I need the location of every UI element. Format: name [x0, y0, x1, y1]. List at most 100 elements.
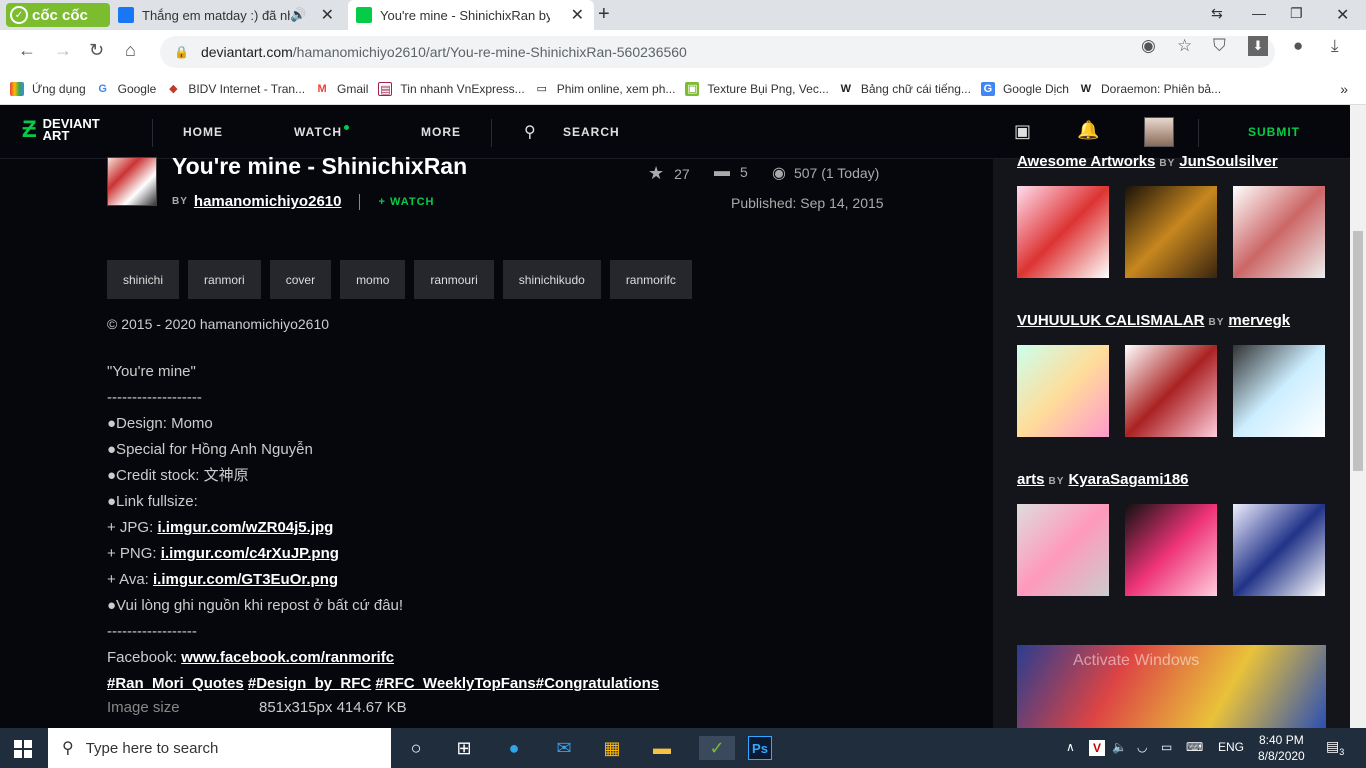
bookmark-apps[interactable]: Ứng dụng	[10, 82, 86, 96]
artwork-thumbnail[interactable]	[1233, 504, 1325, 596]
artwork-thumbnail[interactable]	[1125, 504, 1217, 596]
nav-search[interactable]: SEARCH	[563, 125, 620, 139]
tray-expand-icon[interactable]: ∧	[1066, 740, 1075, 754]
watch-button[interactable]: + WATCH	[378, 196, 434, 208]
messages-icon[interactable]: ▣	[1014, 121, 1032, 142]
new-tab-button[interactable]: +	[598, 3, 610, 26]
home-icon[interactable]: ⌂	[125, 40, 136, 61]
bookmark-bidv[interactable]: ◆ BIDV Internet - Tran...	[166, 82, 305, 96]
bookmark-gmail[interactable]: M Gmail	[315, 82, 368, 96]
artwork-thumbnail[interactable]	[1125, 345, 1217, 437]
network-icon[interactable]: ◡	[1137, 740, 1147, 754]
url-field[interactable]: 🔒 deviantart.com/hamanomichiyo2610/art/Y…	[160, 36, 1275, 68]
volume-icon[interactable]: 🔈	[1112, 740, 1127, 754]
bookmark-phim[interactable]: ▭ Phim online, xem ph...	[535, 82, 675, 96]
collection-author-link[interactable]: JunSoulsilver	[1179, 153, 1277, 170]
edge-icon[interactable]: ●	[502, 736, 526, 760]
nav-home[interactable]: HOME	[183, 125, 223, 139]
tag-chip[interactable]: ranmouri	[414, 260, 494, 299]
facebook-link[interactable]: www.facebook.com/ranmorifc	[181, 649, 394, 666]
taskbar-search-field[interactable]: ⚲ Type here to search	[48, 728, 391, 768]
file-explorer-icon[interactable]: ▬	[650, 736, 674, 760]
nav-more[interactable]: MORE	[421, 125, 461, 139]
close-tab-icon[interactable]: ✕	[321, 5, 334, 25]
photoshop-icon[interactable]: Ps	[748, 736, 772, 760]
user-avatar[interactable]	[1144, 117, 1174, 147]
artwork-thumbnail[interactable]	[1233, 345, 1325, 437]
bookmark-google[interactable]: G Google	[96, 82, 156, 96]
task-view-icon[interactable]: ⊞	[452, 736, 476, 760]
tab-deviantart[interactable]: You're mine - ShinichixRan by ✕	[348, 0, 594, 30]
downloads-icon[interactable]: ⤓	[1331, 36, 1339, 56]
tab-facebook[interactable]: Thắng em matday :) đã nh 🔊 ✕	[114, 0, 344, 30]
close-tab-icon[interactable]: ✕	[571, 5, 584, 25]
collection-link[interactable]: VUHUULUK CALISMALAR	[1017, 312, 1205, 329]
collection-author-link[interactable]: mervegk	[1228, 312, 1290, 329]
tag-chip[interactable]: shinichikudo	[502, 260, 601, 299]
search-icon[interactable]: ⚲	[524, 122, 537, 142]
deviantart-logo[interactable]: Ƶ DEVIANT ART	[22, 117, 100, 142]
tab-search-icon[interactable]: ⇆	[1211, 5, 1223, 22]
deviation-thumbnail[interactable]	[107, 157, 157, 206]
artwork-thumbnail[interactable]	[1017, 504, 1109, 596]
tag-chip[interactable]: cover	[269, 260, 332, 299]
png-link[interactable]: i.imgur.com/c4rXuJP.png	[161, 545, 339, 562]
notifications-bell-icon[interactable]: 🔔	[1077, 120, 1100, 141]
artwork-thumbnail[interactable]	[1125, 186, 1217, 278]
close-window-icon[interactable]: ✕	[1336, 5, 1349, 25]
cortana-icon[interactable]: ○	[404, 736, 428, 760]
hashtag-link[interactable]: #Design_by_RFC	[248, 675, 371, 692]
tag-chip[interactable]: shinichi	[107, 260, 180, 299]
download-icon[interactable]: ⬇	[1248, 36, 1268, 56]
collection-author-link[interactable]: KyaraSagami186	[1068, 471, 1188, 488]
ava-link[interactable]: i.imgur.com/GT3EuOr.png	[153, 571, 338, 588]
speaker-icon[interactable]: 🔊	[290, 7, 306, 23]
artwork-thumbnail[interactable]	[1017, 345, 1109, 437]
bookmark-google-dich[interactable]: G Google Dịch	[980, 82, 1069, 96]
reload-icon[interactable]: ↻	[89, 40, 104, 61]
maximize-icon[interactable]: ❐	[1290, 5, 1303, 22]
page-scrollbar[interactable]	[1350, 105, 1366, 728]
clock[interactable]: 8:40 PM 8/8/2020	[1258, 732, 1305, 764]
collection-link[interactable]: Awesome Artworks	[1017, 153, 1155, 170]
comments-stat[interactable]: ▬ 5	[714, 163, 748, 181]
profile-icon[interactable]: ●	[1293, 36, 1303, 56]
bookmark-vnexpress[interactable]: ▤ Tin nhanh VnExpress...	[378, 82, 525, 96]
author-link[interactable]: hamanomichiyo2610	[194, 193, 342, 210]
search-icon: ⚲	[62, 740, 74, 757]
bookmark-doraemon[interactable]: W Doraemon: Phiên bả...	[1079, 82, 1221, 96]
bookmark-star-icon[interactable]: ☆	[1177, 36, 1192, 56]
hashtag-link[interactable]: #Ran_Mori_Quotes	[107, 675, 244, 692]
keyboard-icon[interactable]: ⌨	[1186, 740, 1203, 754]
language-indicator[interactable]: ENG	[1218, 740, 1244, 754]
nav-watch[interactable]: WATCH	[294, 125, 350, 139]
battery-icon[interactable]: ▭	[1161, 740, 1172, 754]
collection-link[interactable]: arts	[1017, 471, 1045, 488]
tag-chip[interactable]: momo	[340, 260, 406, 299]
scrollbar-thumb[interactable]	[1353, 231, 1363, 471]
forward-icon[interactable]: →	[54, 40, 72, 61]
coccoc-logo[interactable]: ✓ cốc cốc	[6, 3, 110, 27]
mail-icon[interactable]: ✉	[552, 736, 576, 760]
shield-icon[interactable]: ⛉	[1213, 36, 1226, 56]
action-center-icon[interactable]: ▤3	[1326, 738, 1344, 757]
hashtag-link[interactable]: #Congratulations	[536, 675, 659, 692]
windows-start-icon[interactable]	[14, 740, 32, 758]
tag-chip[interactable]: ranmorifc	[609, 260, 692, 299]
artwork-thumbnail[interactable]	[1233, 186, 1325, 278]
minimize-icon[interactable]: —	[1252, 5, 1266, 21]
artwork-thumbnail[interactable]	[1017, 186, 1109, 278]
hashtag-link[interactable]: #RFC_WeeklyTopFans	[375, 675, 535, 692]
tag-chip[interactable]: ranmori	[188, 260, 261, 299]
more-bookmarks-icon[interactable]: »	[1340, 81, 1348, 97]
back-icon[interactable]: ←	[18, 40, 36, 61]
extension-icon[interactable]: ◉	[1141, 36, 1156, 56]
jpg-link[interactable]: i.imgur.com/wZR04j5.jpg	[157, 519, 333, 536]
coccoc-taskbar-icon[interactable]: ✓	[699, 736, 735, 760]
favourites-stat[interactable]: ★ 27	[648, 163, 690, 184]
submit-button[interactable]: SUBMIT	[1248, 125, 1300, 139]
vietkey-icon[interactable]: V	[1089, 740, 1105, 756]
bookmark-bang-chu-cai[interactable]: W Bảng chữ cái tiếng...	[839, 82, 971, 96]
bookmark-texture[interactable]: ▣ Texture Bụi Png, Vec...	[685, 82, 829, 96]
store-icon[interactable]: ▦	[600, 736, 624, 760]
